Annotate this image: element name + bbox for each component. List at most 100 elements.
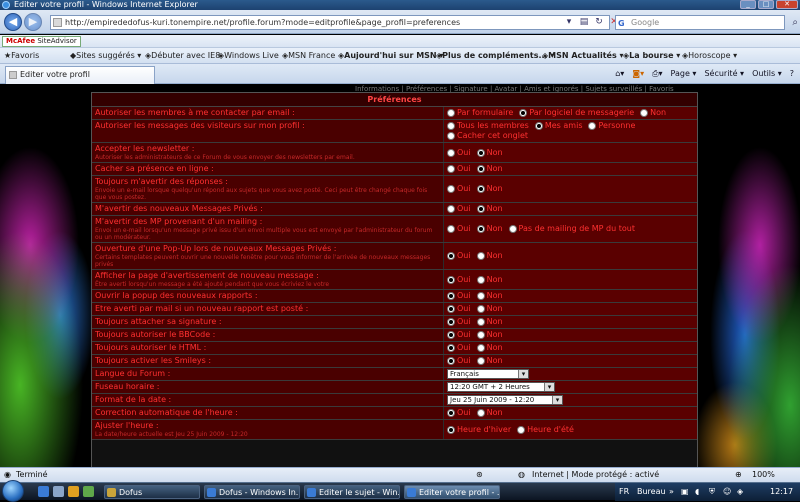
radio-checked-icon[interactable]	[447, 252, 455, 260]
refresh-icon[interactable]: ↻	[593, 16, 605, 28]
radio-unchecked-icon[interactable]	[476, 305, 485, 313]
fav-la-bourse[interactable]: ◈ La bourse ▾	[623, 48, 680, 64]
tab-editer-profil[interactable]: Editer votre profil	[5, 66, 155, 84]
radio-checked-icon[interactable]	[476, 225, 485, 233]
radio-option[interactable]: Heure d'été	[517, 425, 574, 435]
minimize-button[interactable]: _	[740, 0, 756, 9]
popup-blocker-icon[interactable]: ⊛	[476, 468, 483, 482]
mcafee-siteadvisor-button[interactable]: McAfee SiteAdvisor	[2, 36, 81, 47]
radio-checked-icon[interactable]	[447, 331, 455, 339]
radio-checked-icon[interactable]	[447, 318, 455, 326]
maximize-button[interactable]: □	[758, 0, 774, 9]
radio-unchecked-icon[interactable]	[447, 109, 455, 117]
quicklaunch-media-icon[interactable]	[83, 486, 94, 497]
radio-option[interactable]: Non	[476, 291, 503, 301]
radio-unchecked-icon[interactable]	[447, 205, 455, 213]
start-button[interactable]	[2, 480, 24, 502]
address-dropdown-icon[interactable]: ▾	[563, 16, 575, 28]
radio-option[interactable]: Non	[476, 356, 503, 366]
radio-option[interactable]: Non	[476, 317, 503, 327]
fav-aujourdhui-msn[interactable]: ◈ Aujourd'hui sur MSN ▾	[338, 48, 443, 64]
outils-menu[interactable]: Outils ▾	[752, 68, 782, 80]
fuseau-select[interactable]: 12:20 GMT + 2 Heures	[447, 382, 555, 392]
fav-sites-suggeres[interactable]: ◆ Sites suggérés ▾	[70, 48, 141, 64]
fav-msn-france[interactable]: ◈ MSN France	[282, 48, 335, 64]
fav-horoscope[interactable]: ◈ Horoscope ▾	[682, 48, 737, 64]
fav-msn-actualites[interactable]: ◈ MSN Actualités ▾	[542, 48, 624, 64]
taskbar-item-editer-profil[interactable]: Editer votre profil - ...	[404, 485, 500, 499]
radio-unchecked-icon[interactable]	[476, 331, 485, 339]
radio-option[interactable]: Non	[476, 184, 503, 194]
radio-unchecked-icon[interactable]	[517, 425, 526, 434]
radio-unchecked-icon[interactable]	[447, 148, 455, 157]
radio-unchecked-icon[interactable]	[476, 357, 485, 365]
address-bar[interactable]: http://empirededofus-kuri.tonempire.net/…	[50, 15, 610, 30]
quicklaunch-ie-icon[interactable]	[38, 486, 49, 497]
radio-checked-icon[interactable]	[476, 205, 485, 213]
taskbar-item-dofus-ie[interactable]: Dofus - Windows In...	[204, 485, 300, 499]
compatibility-icon[interactable]: ▤	[578, 16, 590, 28]
radio-unchecked-icon[interactable]	[476, 252, 485, 260]
tray-volume-icon[interactable]: ◖	[695, 483, 699, 501]
forward-button[interactable]: ▶	[24, 13, 42, 31]
zoom-icon[interactable]: ⊕	[735, 468, 742, 482]
langue-select[interactable]: Français	[447, 369, 529, 379]
securite-menu[interactable]: Sécurité ▾	[704, 68, 744, 80]
radio-checked-icon[interactable]	[476, 185, 485, 193]
format-select[interactable]: Jeu 25 Juin 2009 - 12:20	[447, 395, 563, 405]
radio-checked-icon[interactable]	[447, 425, 455, 434]
rss-icon[interactable]: ◙▾	[632, 68, 644, 80]
radio-option[interactable]: Non	[640, 108, 666, 118]
radio-option[interactable]: Non	[476, 408, 503, 418]
radio-unchecked-icon[interactable]	[476, 292, 485, 300]
radio-checked-icon[interactable]	[519, 109, 528, 117]
radio-option[interactable]: Oui	[447, 184, 471, 194]
tray-security-icon[interactable]: ⛨	[709, 483, 715, 501]
fav-windows-live[interactable]: ◈ Windows Live	[218, 48, 279, 64]
close-window-button[interactable]: ✕	[776, 0, 798, 9]
radio-unchecked-icon[interactable]	[447, 225, 455, 233]
radio-option[interactable]: Non	[476, 164, 503, 174]
radio-option[interactable]: Cacher cet onglet	[447, 131, 528, 141]
radio-option[interactable]: Non	[476, 330, 503, 340]
radio-option[interactable]: Par formulaire	[447, 108, 513, 118]
radio-option[interactable]: Tous les membres	[447, 121, 529, 131]
tray-messenger-icon[interactable]: ☺	[723, 483, 731, 501]
search-icon[interactable]: ⌕	[792, 16, 798, 29]
radio-unchecked-icon[interactable]	[447, 122, 455, 130]
security-zone[interactable]: Internet | Mode protégé : activé	[532, 468, 659, 482]
radio-checked-icon[interactable]	[447, 409, 455, 417]
fav-plus-complements[interactable]: ◈ Plus de compléments... ▾	[436, 48, 554, 64]
radio-checked-icon[interactable]	[447, 305, 455, 313]
radio-option[interactable]: Non	[476, 304, 503, 314]
radio-unchecked-icon[interactable]	[640, 109, 649, 117]
quicklaunch-explorer-icon[interactable]	[68, 486, 79, 497]
radio-unchecked-icon[interactable]	[588, 122, 597, 130]
help-menu[interactable]: ?	[790, 68, 794, 80]
search-input[interactable]: G Google ⌕	[615, 15, 798, 30]
back-button[interactable]: ◀	[4, 13, 22, 31]
radio-option[interactable]: Non	[476, 224, 503, 234]
radio-option[interactable]: Oui	[447, 224, 471, 234]
radio-option[interactable]: Oui	[447, 204, 471, 214]
fav-debuter-ie8[interactable]: ◈ Débuter avec IE8	[145, 48, 220, 64]
radio-checked-icon[interactable]	[447, 292, 455, 300]
print-icon[interactable]: ⎙▾	[652, 68, 662, 80]
radio-checked-icon[interactable]	[534, 122, 543, 130]
radio-unchecked-icon[interactable]	[508, 225, 517, 233]
favorites-button[interactable]: ★ Favoris	[4, 48, 39, 64]
radio-option[interactable]: Oui	[447, 408, 471, 418]
bureau-toolbar[interactable]: Bureau	[637, 483, 666, 501]
radio-option[interactable]: Oui	[447, 291, 471, 301]
taskbar-item-dofus[interactable]: Dofus	[104, 485, 200, 499]
radio-option[interactable]: Heure d'hiver	[447, 425, 511, 435]
radio-unchecked-icon[interactable]	[447, 132, 455, 140]
radio-unchecked-icon[interactable]	[447, 185, 455, 193]
radio-option[interactable]: Non	[476, 251, 503, 261]
radio-unchecked-icon[interactable]	[447, 165, 455, 173]
clock[interactable]: 12:17	[770, 483, 793, 501]
quicklaunch-desktop-icon[interactable]	[53, 486, 64, 497]
radio-option[interactable]: Mes amis	[534, 121, 582, 131]
radio-unchecked-icon[interactable]	[476, 409, 485, 417]
radio-checked-icon[interactable]	[447, 344, 455, 352]
